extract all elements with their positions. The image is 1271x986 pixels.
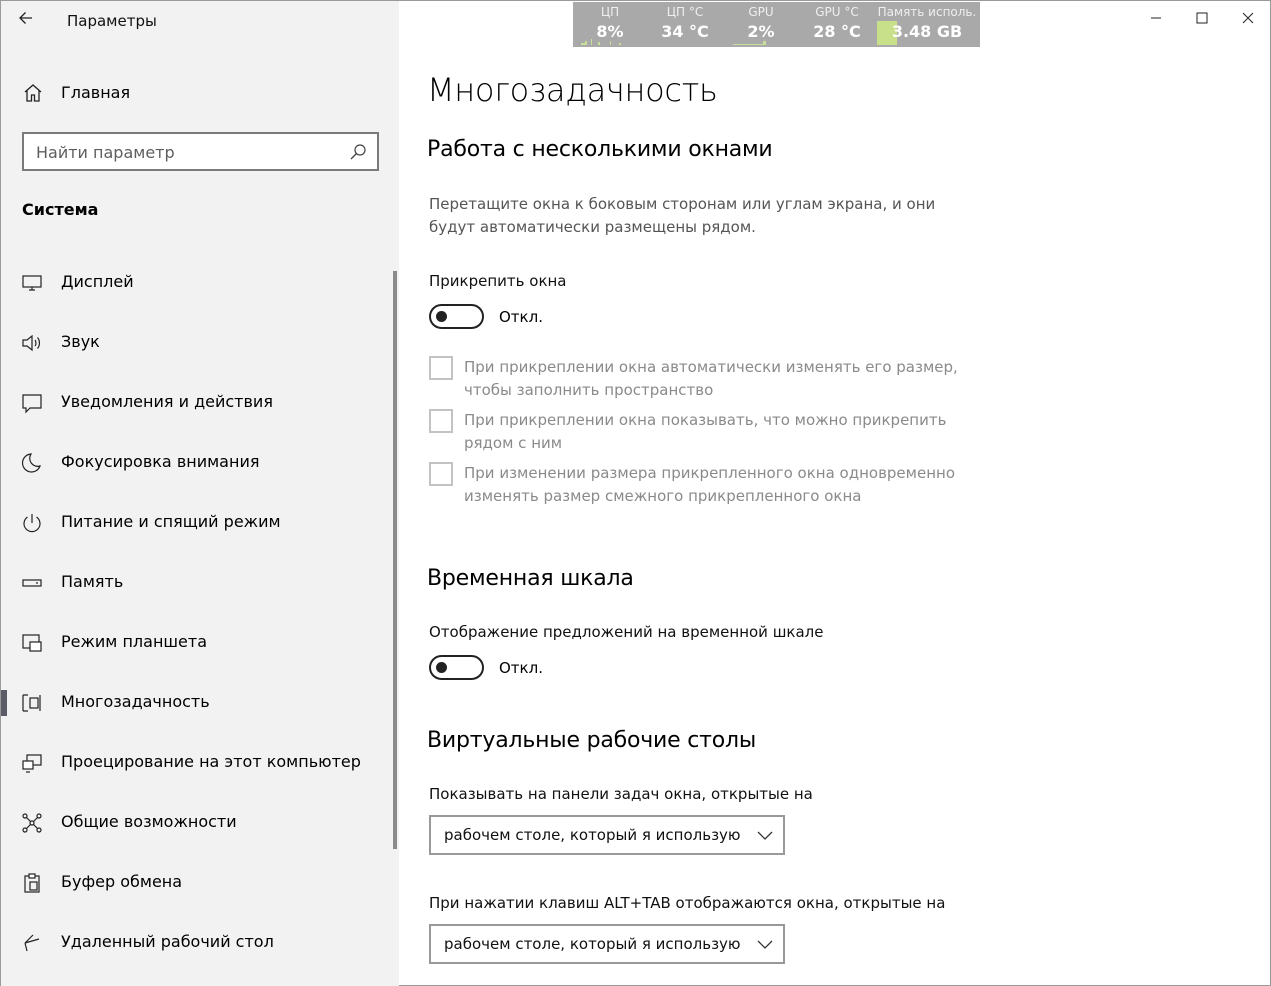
sidebar-item-display[interactable]: Дисплей [1, 253, 393, 313]
timeline-suggestions-toggle[interactable] [429, 655, 484, 680]
settings-window: Параметры Главная Система Дисплей Звук У… [0, 0, 1271, 986]
back-button[interactable] [1, 1, 51, 35]
checkbox-label: При прикреплении окна автоматически изме… [464, 358, 958, 399]
checkbox[interactable] [429, 356, 453, 380]
search-input[interactable] [36, 141, 336, 163]
sidebar-item-label: Питание и спящий режим [61, 512, 281, 531]
moon-icon [21, 453, 41, 473]
chevron-down-icon [757, 831, 773, 840]
sidebar-item-notifications[interactable]: Уведомления и действия [1, 373, 393, 433]
speaker-icon [22, 334, 41, 352]
shared-experiences-icon [22, 813, 42, 833]
timeline-toggle-state: Откл. [499, 659, 543, 677]
notification-icon [22, 394, 42, 414]
alttab-windows-label: При нажатии клавиш ALT+TAB отображаются … [429, 894, 946, 912]
sidebar-item-label: Многозадачность [61, 692, 210, 711]
main-content: Многозадачность Работа с несколькими окн… [399, 1, 1271, 986]
sidebar-item-storage[interactable]: Память [1, 553, 393, 613]
sidebar-item-projecting[interactable]: Проецирование на этот компьютер [1, 733, 393, 793]
taskbar-windows-label: Показывать на панели задач окна, открыты… [429, 785, 813, 803]
sidebar-item-power[interactable]: Питание и спящий режим [1, 493, 393, 553]
taskbar-windows-dropdown[interactable]: рабочем столе, который я использую [429, 815, 785, 855]
snap-windows-toggle[interactable] [429, 304, 484, 329]
snap-heading: Работа с несколькими окнами [427, 137, 773, 162]
dropdown-value: рабочем столе, который я использую [444, 935, 741, 953]
virtual-desktops-heading: Виртуальные рабочие столы [427, 728, 757, 753]
toggle-knob [436, 662, 447, 673]
sidebar-item-tablet-mode[interactable]: Режим планшета [1, 613, 393, 673]
sidebar-item-label: Режим планшета [61, 632, 208, 651]
projecting-icon [22, 754, 42, 773]
sidebar-nav: Дисплей Звук Уведомления и действия Фоку… [1, 253, 393, 973]
app-title: Параметры [67, 12, 157, 30]
sidebar-item-multitasking[interactable]: Многозадачность [1, 673, 393, 733]
sidebar-item-label: Дисплей [61, 272, 134, 291]
checkbox[interactable] [429, 462, 453, 486]
checkbox[interactable] [429, 409, 453, 433]
sidebar: Параметры Главная Система Дисплей Звук У… [1, 1, 399, 986]
timeline-heading: Временная шкала [427, 566, 634, 591]
power-icon [23, 514, 41, 533]
snap-toggle-state: Откл. [499, 308, 543, 326]
group-title: Система [22, 200, 99, 219]
chevron-down-icon [757, 940, 773, 949]
sidebar-scrollbar[interactable] [393, 271, 397, 849]
sidebar-item-label: Общие возможности [61, 812, 237, 831]
display-icon [22, 275, 42, 291]
snap-description: Перетащите окна к боковым сторонам или у… [429, 195, 936, 236]
sidebar-item-label: Фокусировка внимания [61, 452, 260, 471]
sidebar-item-focus-assist[interactable]: Фокусировка внимания [1, 433, 393, 493]
clipboard-icon [24, 873, 40, 893]
tablet-mode-icon [22, 634, 42, 652]
dropdown-value: рабочем столе, который я использую [444, 826, 741, 844]
timeline-toggle-label: Отображение предложений на временной шка… [429, 623, 824, 641]
home-nav-item[interactable]: Главная [1, 71, 399, 115]
multitasking-icon [22, 694, 41, 712]
sidebar-item-remote-desktop[interactable]: Удаленный рабочий стол [1, 913, 393, 973]
alttab-windows-dropdown[interactable]: рабочем столе, который я использую [429, 924, 785, 964]
snap-toggle-label: Прикрепить окна [429, 272, 567, 290]
sidebar-item-label: Буфер обмена [61, 872, 183, 891]
checkbox-label: При прикреплении окна показывать, что мо… [464, 411, 947, 452]
sidebar-item-sound[interactable]: Звук [1, 313, 393, 373]
remote-desktop-icon [24, 934, 40, 952]
toggle-knob [436, 311, 447, 322]
home-label: Главная [61, 83, 131, 102]
back-arrow-icon [19, 12, 32, 24]
page-title: Многозадачность [427, 71, 718, 109]
home-icon [24, 84, 42, 102]
sidebar-item-label: Память [61, 572, 124, 591]
storage-icon [22, 579, 42, 587]
sidebar-item-clipboard[interactable]: Буфер обмена [1, 853, 393, 913]
checkbox-label: При изменении размера прикрепленного окн… [464, 464, 956, 505]
sidebar-item-shared-experiences[interactable]: Общие возможности [1, 793, 393, 853]
search-icon[interactable] [349, 143, 367, 161]
sidebar-item-label: Уведомления и действия [61, 392, 273, 411]
search-box[interactable] [22, 132, 379, 171]
sidebar-item-label: Звук [61, 332, 100, 351]
sidebar-item-label: Проецирование на этот компьютер [61, 752, 361, 771]
sidebar-item-label: Удаленный рабочий стол [61, 932, 274, 951]
